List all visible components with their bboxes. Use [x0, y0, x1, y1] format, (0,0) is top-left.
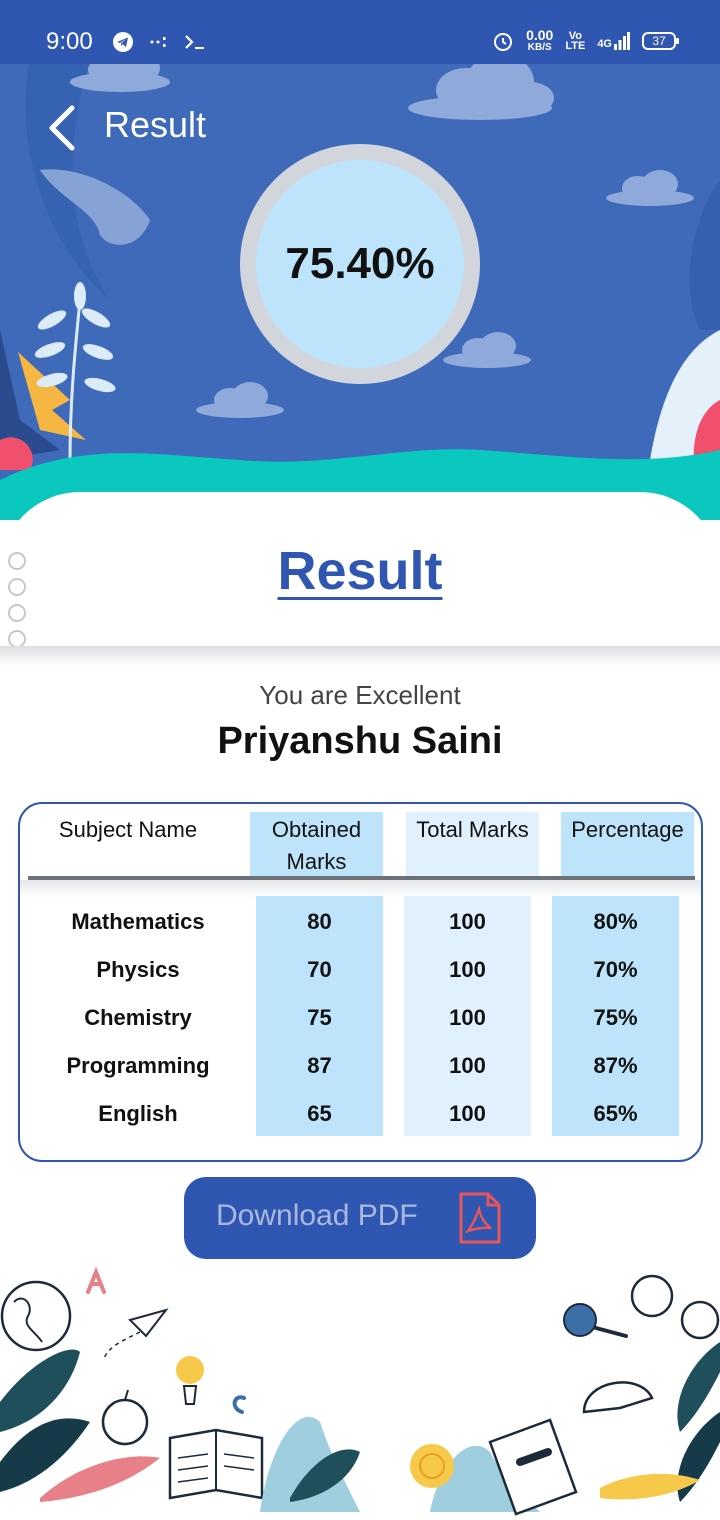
obtained-cell: 87	[307, 1053, 332, 1078]
footer-illustration	[0, 1266, 720, 1516]
table-row: Programming 87 100 87%	[20, 1042, 701, 1090]
header-total: Total Marks	[416, 817, 529, 842]
signal-indicator: 4G	[597, 32, 630, 50]
signal-bars-icon	[614, 32, 630, 50]
obtained-cell: 75	[307, 1005, 332, 1030]
page-title: Result	[104, 104, 207, 145]
percentage-cell: 87%	[593, 1053, 638, 1078]
pdf-file-icon	[459, 1192, 501, 1244]
telegram-icon	[113, 32, 133, 52]
table-row: English 65 100 65%	[20, 1090, 701, 1138]
obtained-cell: 70	[307, 957, 332, 982]
obtained-cell: 80	[307, 909, 332, 934]
total-cell: 100	[449, 909, 486, 934]
back-arrow-icon	[49, 105, 75, 151]
obtained-cell: 65	[307, 1101, 332, 1126]
total-cell: 100	[449, 957, 486, 982]
alarm-icon	[494, 33, 513, 51]
subject-cell: Physics	[96, 957, 180, 982]
download-pdf-label: Download PDF	[216, 1199, 418, 1232]
status-bar: 9:00 0.00 KB/S Vo LTE 4G 37	[0, 0, 720, 64]
percentage-cell: 80%	[593, 909, 638, 934]
status-time: 9:00	[46, 28, 93, 55]
header-percentage: Percentage	[571, 817, 684, 842]
table-row: Chemistry 75 100 75%	[20, 994, 701, 1042]
percentage-cell: 65%	[593, 1101, 638, 1126]
result-heading: Result	[277, 541, 443, 601]
hero-banner: 9:00 0.00 KB/S Vo LTE 4G 37 Result 75.40…	[0, 0, 720, 520]
download-pdf-button[interactable]: Download PDF	[184, 1177, 536, 1259]
hotspot-icon	[150, 37, 166, 47]
overall-percentage: 75.40%	[285, 239, 435, 288]
total-cell: 100	[449, 1005, 486, 1030]
terminal-icon	[185, 35, 204, 49]
percentage-cell: 75%	[593, 1005, 638, 1030]
header-subject: Subject Name	[58, 817, 198, 842]
table-row: Mathematics 80 100 80%	[20, 898, 701, 946]
volte-indicator: Vo LTE	[565, 30, 586, 52]
total-cell: 100	[449, 1053, 486, 1078]
performance-remark: You are Excellent	[259, 680, 461, 710]
score-circle: 75.40%	[240, 144, 480, 384]
percentage-cell: 70%	[593, 957, 638, 982]
battery-indicator: 37	[642, 32, 679, 50]
net-speed: 0.00 KB/S	[526, 27, 554, 53]
marks-table: Subject Name Obtained Marks Total Marks …	[18, 802, 703, 1162]
subject-cell: English	[98, 1101, 178, 1126]
back-button[interactable]	[44, 104, 92, 152]
student-name: Priyanshu Saini	[217, 720, 503, 762]
subject-cell: Mathematics	[71, 909, 205, 934]
header-obtained: Obtained Marks	[271, 817, 362, 874]
divider	[0, 646, 720, 666]
table-row: Physics 70 100 70%	[20, 946, 701, 994]
total-cell: 100	[449, 1101, 486, 1126]
subject-cell: Chemistry	[84, 1005, 192, 1030]
subject-cell: Programming	[66, 1053, 210, 1078]
